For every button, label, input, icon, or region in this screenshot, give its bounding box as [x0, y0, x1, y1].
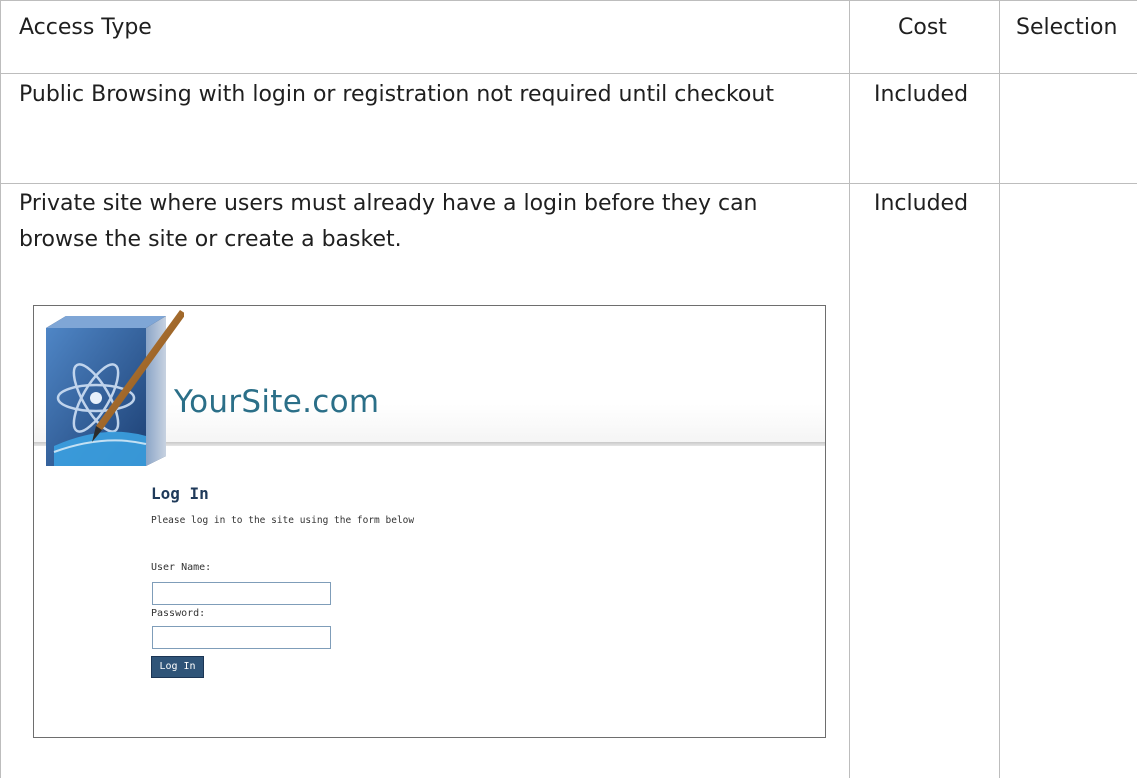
table-border-top [0, 0, 1137, 1]
screenshot-username-input[interactable] [152, 582, 331, 605]
screenshot-password-input[interactable] [152, 626, 331, 649]
row-1-access-type: Public Browsing with login or registrati… [19, 82, 774, 107]
row-1-cost: Included [874, 82, 969, 107]
screenshot-login-instructions: Please log in to the site using the form… [151, 515, 415, 526]
row-2-cost: Included [874, 191, 969, 216]
login-page-screenshot: YourSite.com Log In Please log in to the… [33, 305, 826, 738]
screenshot-password-label: Password: [151, 608, 206, 619]
header-selection: Selection [1016, 15, 1118, 40]
atom-pen-logo-icon [46, 310, 184, 466]
table-border-left [0, 0, 1, 778]
row-1-divider [0, 183, 1137, 184]
screenshot-username-label: User Name: [151, 562, 212, 573]
row-2-access-type: Private site where users must already ha… [19, 191, 758, 252]
access-type-table: Access Type Cost Selection Public Browsi… [0, 0, 1137, 778]
screenshot-login-title: Log In [151, 484, 209, 503]
header-access-type: Access Type [19, 15, 152, 40]
header-row-divider [0, 73, 1137, 74]
row-1-selection[interactable] [1016, 77, 1126, 167]
screenshot-site-name: YourSite.com [174, 384, 380, 420]
cost-column-divider [849, 0, 850, 778]
row-2-selection[interactable] [1016, 186, 1126, 746]
selection-column-divider [999, 0, 1000, 778]
screenshot-login-button[interactable]: Log In [151, 656, 204, 678]
header-cost: Cost [898, 15, 947, 40]
